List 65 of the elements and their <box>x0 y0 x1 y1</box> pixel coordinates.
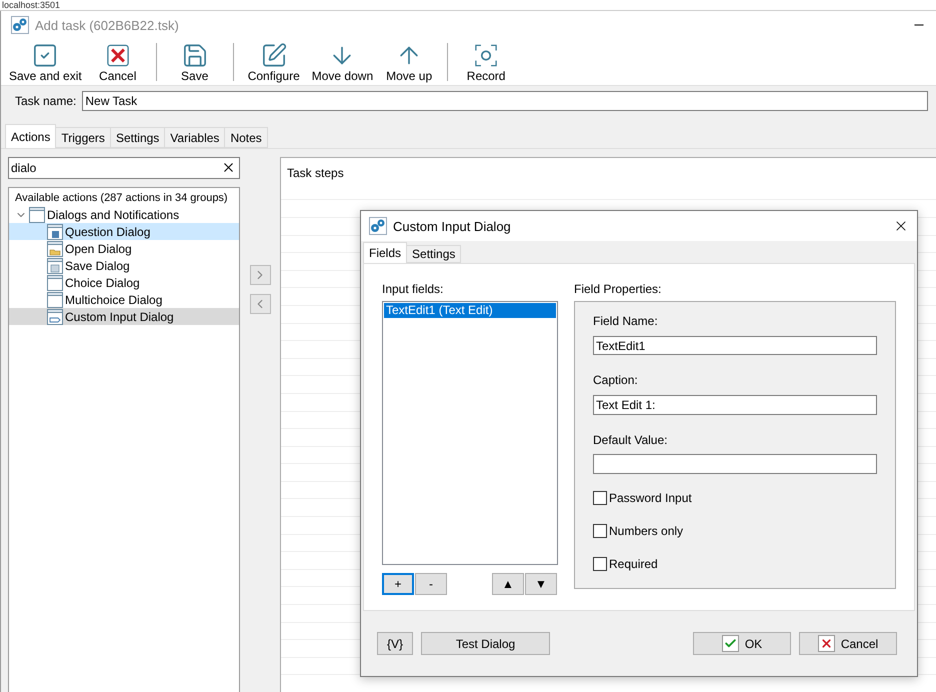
toolbar-button[interactable]: Record <box>456 41 516 85</box>
task-name-field[interactable]: New Task <box>82 91 928 111</box>
list-button[interactable]: ▼ <box>525 573 557 595</box>
checkbox-label: Required <box>609 556 658 571</box>
field-label: Default Value: <box>593 432 668 448</box>
tree-item[interactable]: Save Dialog <box>9 257 239 274</box>
text-field[interactable]: Text Edit 1: <box>593 395 877 415</box>
tree-item[interactable]: Question Dialog <box>9 223 239 240</box>
toolbar-button[interactable]: Configure <box>242 41 306 85</box>
tab[interactable]: Notes <box>224 127 268 148</box>
footer-button[interactable]: OK <box>693 632 791 655</box>
search-field[interactable]: dialo <box>8 157 240 179</box>
tab[interactable]: Triggers <box>55 127 111 148</box>
input-fields-label: Input fields: <box>382 282 444 296</box>
list-button[interactable]: - <box>415 573 447 595</box>
tree-item[interactable]: Open Dialog <box>9 240 239 257</box>
gears-app-icon <box>369 217 387 235</box>
task-steps-title: Task steps <box>286 165 345 182</box>
tree-group-label[interactable]: Dialogs and Notifications <box>47 208 180 222</box>
tab[interactable]: Settings <box>110 127 166 148</box>
footer-button[interactable]: {V} <box>377 632 413 655</box>
dialog-tab[interactable]: Settings <box>406 245 462 263</box>
toolbar-button[interactable]: Move up <box>379 41 440 85</box>
tree-item[interactable]: Custom Input Dialog <box>9 308 239 325</box>
gears-app-icon <box>11 16 29 34</box>
tree-item[interactable]: Multichoice Dialog <box>9 291 239 308</box>
tab[interactable]: Variables <box>164 127 226 148</box>
toolbar-button[interactable]: Move down <box>306 41 380 85</box>
window-icon <box>47 292 63 308</box>
text-field[interactable]: TextEdit1 <box>593 336 877 356</box>
toolbar-button[interactable]: Cancel <box>88 41 148 85</box>
check-icon <box>724 637 737 650</box>
checkbox[interactable] <box>593 556 607 571</box>
list-button[interactable]: + <box>382 573 414 595</box>
text-field[interactable] <box>593 454 877 474</box>
url-text: localhost:3501 <box>2 1 60 10</box>
folder-window-icon <box>47 240 63 256</box>
tree-item[interactable]: Choice Dialog <box>9 274 239 291</box>
checkbox[interactable] <box>593 491 607 506</box>
question-window-icon <box>47 224 63 240</box>
dialog-tab[interactable]: Fields <box>363 242 408 263</box>
floppy-window-icon <box>47 258 63 274</box>
toolbar-button[interactable]: Save and exit <box>3 41 88 85</box>
checkbox[interactable] <box>593 524 607 538</box>
checkbox-label: Password Input <box>609 491 692 506</box>
checkbox-label: Numbers only <box>609 524 684 538</box>
toolbar-button[interactable]: Save <box>164 41 225 85</box>
window-icon <box>29 206 45 222</box>
task-name-label: Task name: <box>15 94 76 108</box>
cross-icon <box>820 637 833 650</box>
input-fields-list[interactable]: TextEdit1 (Text Edit) <box>382 301 558 565</box>
field-label: Caption: <box>593 373 639 390</box>
field-label: Field Name: <box>593 314 659 330</box>
list-item[interactable]: TextEdit1 (Text Edit) <box>384 303 556 318</box>
tree-header: Available actions (287 actions in 34 groups) <box>14 192 229 204</box>
clear-icon[interactable] <box>221 160 236 175</box>
field-properties-label: Field Properties: <box>574 282 662 296</box>
window-title: Add task (602B6B22.tsk) <box>35 18 180 32</box>
input-window-icon <box>47 308 63 324</box>
footer-button[interactable]: Test Dialog <box>421 632 550 655</box>
footer-button[interactable]: Cancel <box>799 632 897 655</box>
window-icon <box>47 274 63 290</box>
dialog-title: Custom Input Dialog <box>393 218 512 234</box>
list-button[interactable]: ▲ <box>492 573 524 595</box>
tab[interactable]: Actions <box>5 124 56 148</box>
